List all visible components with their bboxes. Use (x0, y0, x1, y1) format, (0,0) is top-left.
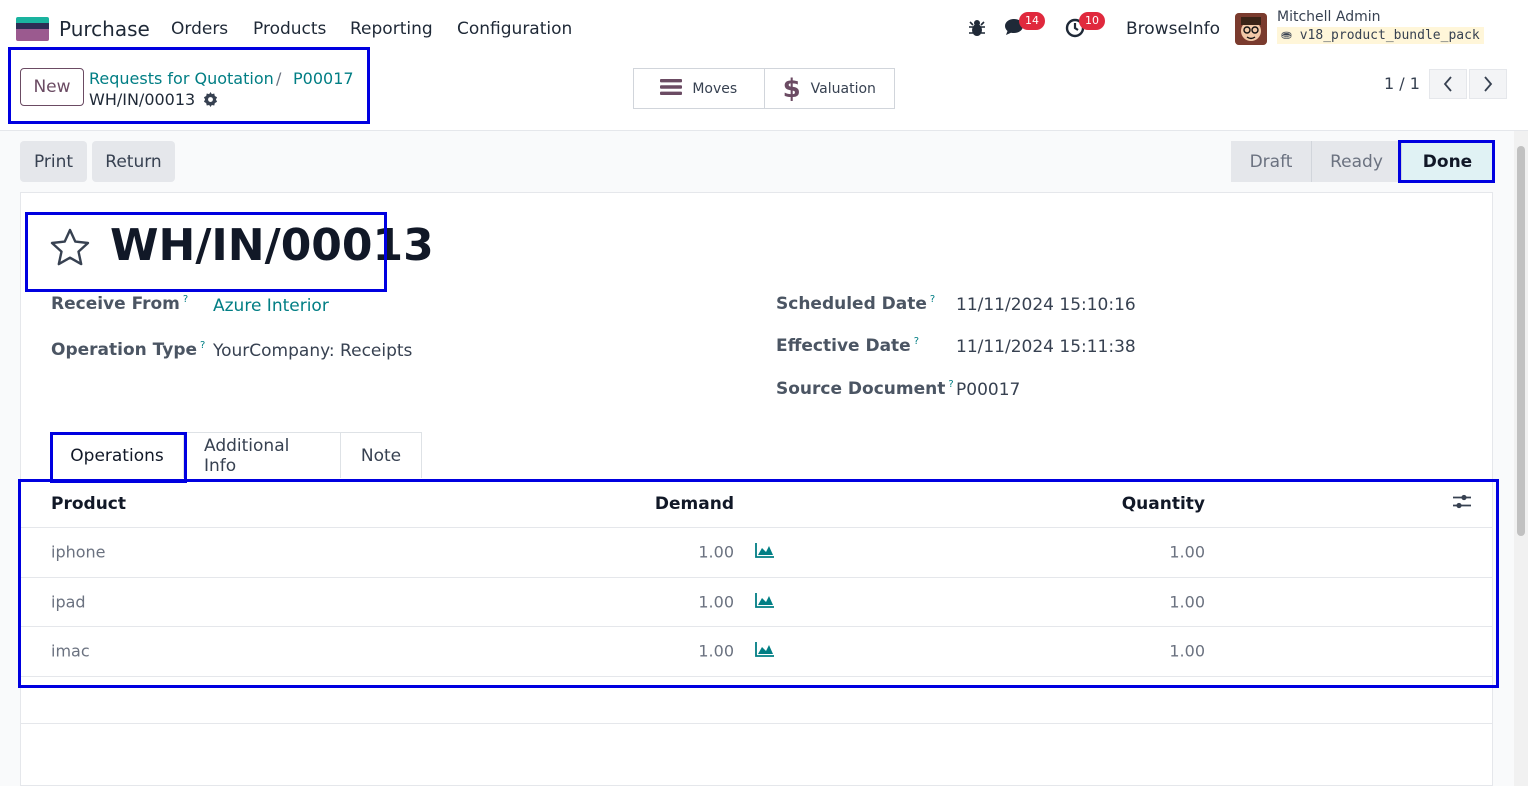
table-row[interactable]: imac 1.00 1.00 (21, 627, 1493, 677)
company-switcher[interactable]: BrowseInfo (1126, 19, 1220, 39)
scrollbar-thumb[interactable] (1517, 146, 1525, 536)
activities-badge: 10 (1079, 12, 1105, 30)
dollar-icon: $ (782, 73, 801, 104)
notebook-tabs: Operations Additional Info Note (50, 432, 422, 478)
top-navbar: Purchase Orders Products Reporting Confi… (0, 0, 1528, 56)
status-bar: Draft Ready Done (1231, 141, 1493, 182)
column-product[interactable]: Product (51, 494, 126, 514)
demand-cell[interactable]: 1.00 (698, 642, 734, 661)
demand-cell[interactable]: 1.00 (698, 543, 734, 562)
pager-value[interactable]: 1 / 1 (1384, 74, 1420, 93)
menu-orders[interactable]: Orders (171, 19, 228, 39)
database-icon: ⛂ (1281, 28, 1292, 43)
pager-previous-button[interactable] (1429, 69, 1467, 99)
column-demand[interactable]: Demand (655, 494, 734, 514)
table-header: Product Demand Quantity (21, 480, 1493, 528)
forecast-chart-icon[interactable] (755, 641, 775, 661)
star-icon[interactable] (50, 228, 90, 270)
receive-from-label: Receive From? (51, 294, 189, 314)
quantity-cell[interactable]: 1.00 (1169, 642, 1205, 661)
print-button[interactable]: Print (20, 141, 87, 182)
forecast-chart-icon[interactable] (755, 542, 775, 562)
table-row[interactable]: iphone 1.00 1.00 (21, 528, 1493, 578)
valuation-smart-button[interactable]: $ Valuation (763, 69, 895, 108)
tab-operations[interactable]: Operations (50, 432, 184, 478)
effective-date-label: Effective Date? (776, 336, 920, 356)
source-document-value[interactable]: P00017 (956, 380, 1020, 400)
breadcrumb-current-record: WH/IN/00013 (89, 90, 196, 109)
help-tooltip: ? (948, 379, 954, 391)
table-empty-row (21, 677, 1493, 724)
tab-additional-info[interactable]: Additional Info (184, 432, 341, 478)
operation-type-label: Operation Type? (51, 340, 206, 360)
quantity-cell[interactable]: 1.00 (1169, 592, 1205, 611)
status-done[interactable]: Done (1401, 141, 1493, 182)
database-name: ⛂ v18_product_bundle_pack (1277, 27, 1484, 44)
menu-products[interactable]: Products (253, 19, 326, 39)
moves-label: Moves (692, 80, 738, 97)
breadcrumb-rfq[interactable]: Requests for Quotation (89, 69, 274, 88)
breadcrumb-separator: / (276, 69, 282, 88)
help-tooltip: ? (182, 294, 189, 306)
messages-badge: 14 (1019, 12, 1045, 30)
bug-icon[interactable] (968, 18, 986, 42)
gear-icon[interactable] (203, 92, 218, 111)
smart-buttons: Moves $ Valuation (633, 68, 895, 109)
product-cell[interactable]: ipad (51, 592, 86, 611)
status-ready[interactable]: Ready (1311, 141, 1401, 182)
receive-from-value[interactable]: Azure Interior (213, 296, 329, 316)
effective-date-value[interactable]: 11/11/2024 15:11:38 (956, 337, 1136, 357)
scrollbar[interactable] (1514, 131, 1528, 786)
help-tooltip: ? (913, 336, 920, 348)
demand-cell[interactable]: 1.00 (698, 592, 734, 611)
source-document-label: Source Document? (776, 379, 954, 399)
app-name[interactable]: Purchase (59, 17, 150, 41)
quantity-cell[interactable]: 1.00 (1169, 543, 1205, 562)
record-title: WH/IN/00013 (110, 220, 434, 271)
moves-smart-button[interactable]: Moves (634, 69, 764, 108)
valuation-label: Valuation (810, 80, 876, 97)
user-avatar[interactable] (1235, 13, 1267, 45)
help-tooltip: ? (200, 340, 206, 352)
return-button[interactable]: Return (92, 141, 175, 182)
scheduled-date-label: Scheduled Date? (776, 294, 936, 314)
menu-reporting[interactable]: Reporting (350, 19, 433, 39)
user-name[interactable]: Mitchell Admin (1277, 9, 1381, 25)
table-row[interactable]: ipad 1.00 1.00 (21, 578, 1493, 627)
product-cell[interactable]: iphone (51, 543, 106, 562)
column-quantity[interactable]: Quantity (1122, 494, 1205, 514)
help-tooltip: ? (929, 294, 936, 306)
status-draft[interactable]: Draft (1231, 141, 1311, 182)
operations-table: Product Demand Quantity iphone 1.00 1.00… (21, 480, 1493, 724)
menu-configuration[interactable]: Configuration (457, 19, 572, 39)
database-label: v18_product_bundle_pack (1299, 28, 1480, 43)
operation-type-value[interactable]: YourCompany: Receipts (213, 341, 412, 361)
breadcrumb-po[interactable]: P00017 (293, 69, 354, 88)
scheduled-date-value[interactable]: 11/11/2024 15:10:16 (956, 295, 1136, 315)
control-panel: New Requests for Quotation / P00017 WH/I… (0, 56, 1528, 131)
optional-columns-icon[interactable] (1453, 493, 1471, 514)
purchase-app-icon[interactable] (16, 17, 49, 41)
tab-note[interactable]: Note (341, 432, 422, 478)
pager-next-button[interactable] (1469, 69, 1507, 99)
list-icon (660, 78, 683, 100)
forecast-chart-icon[interactable] (755, 592, 775, 612)
new-button[interactable]: New (20, 68, 84, 106)
product-cell[interactable]: imac (51, 642, 90, 661)
